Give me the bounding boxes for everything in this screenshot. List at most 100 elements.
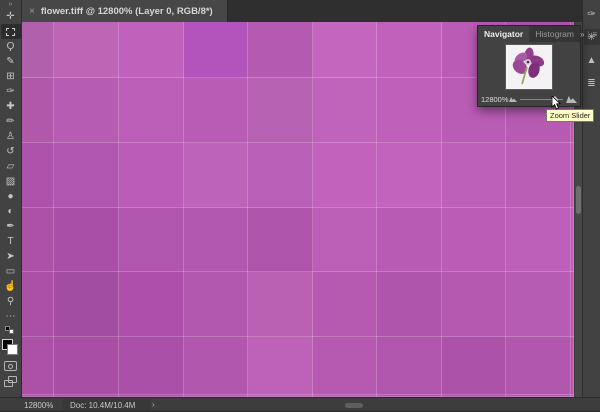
image-pixel bbox=[313, 143, 377, 208]
close-tab-icon[interactable]: × bbox=[29, 6, 35, 17]
zoom-tool[interactable]: ⚲ bbox=[1, 294, 21, 309]
status-zoom-value[interactable]: 12800% bbox=[24, 401, 53, 410]
panel-collapse-icon[interactable]: » bbox=[580, 30, 584, 39]
rectangular-marquee-tool[interactable] bbox=[1, 24, 21, 39]
rectangle-tool[interactable]: ▭ bbox=[1, 264, 21, 279]
blur-tool[interactable]: ● bbox=[1, 189, 21, 204]
horizontal-scrollbar-thumb[interactable] bbox=[345, 403, 363, 408]
image-pixel bbox=[119, 22, 184, 78]
divider: | bbox=[587, 30, 589, 39]
image-pixel bbox=[377, 337, 442, 395]
image-pixel bbox=[377, 22, 442, 78]
image-pixel bbox=[22, 337, 54, 395]
object-selection-tool[interactable]: ✎ bbox=[1, 54, 21, 69]
brushes-panel-icon[interactable]: ✑ bbox=[584, 6, 600, 22]
color-swatches[interactable] bbox=[2, 339, 19, 356]
lasso-tool[interactable]: Ϙ bbox=[1, 39, 21, 54]
image-pixel bbox=[506, 143, 571, 208]
navigator-tab-bar: Navigator Histogram » | ≡ bbox=[478, 26, 580, 42]
eyedropper-tool[interactable]: ✑ bbox=[1, 84, 21, 99]
document-tab[interactable]: × flower.tiff @ 12800% (Layer 0, RGB/8*) bbox=[22, 0, 228, 22]
image-pixel bbox=[119, 208, 184, 272]
spot-healing-brush-tool[interactable]: ✚ bbox=[1, 99, 21, 114]
image-pixel bbox=[22, 208, 54, 272]
flower-thumbnail[interactable] bbox=[506, 45, 552, 89]
zoom-out-icon[interactable] bbox=[509, 97, 517, 102]
image-pixel bbox=[22, 78, 54, 143]
status-menu-chevron[interactable]: › bbox=[152, 400, 155, 409]
image-pixel bbox=[506, 272, 571, 337]
document-tab-bar: × flower.tiff @ 12800% (Layer 0, RGB/8*) bbox=[22, 0, 600, 22]
image-pixel bbox=[54, 143, 119, 208]
hand-tool[interactable]: ☝ bbox=[1, 279, 21, 294]
image-pixel bbox=[22, 22, 54, 78]
image-pixel bbox=[119, 337, 184, 395]
dodge-tool[interactable]: ◐ bbox=[1, 204, 21, 219]
image-pixel bbox=[506, 208, 571, 272]
panel-menu-icon[interactable]: ≡ bbox=[592, 30, 597, 39]
path-selection-tool[interactable]: ➤ bbox=[1, 249, 21, 264]
image-pixel bbox=[442, 143, 506, 208]
image-pixel bbox=[377, 272, 442, 337]
image-pixel bbox=[313, 337, 377, 395]
navigator-panel: Navigator Histogram » | ≡ 12800% bbox=[477, 25, 581, 107]
background-color-swatch[interactable] bbox=[7, 344, 18, 355]
image-pixel bbox=[184, 337, 248, 395]
zoom-in-icon[interactable] bbox=[566, 96, 577, 103]
image-pixel bbox=[248, 143, 313, 208]
image-pixel bbox=[377, 143, 442, 208]
quick-mask-icon[interactable] bbox=[4, 361, 17, 371]
image-pixel bbox=[22, 143, 54, 208]
image-pixel bbox=[54, 78, 119, 143]
image-pixel bbox=[54, 208, 119, 272]
type-tool[interactable]: T bbox=[1, 234, 21, 249]
crop-tool[interactable]: ⊞ bbox=[1, 69, 21, 84]
document-size-box: Doc: 10.4M/10.4M bbox=[62, 399, 150, 411]
tab-histogram[interactable]: Histogram bbox=[529, 26, 580, 42]
image-pixel bbox=[313, 22, 377, 78]
image-pixel bbox=[248, 337, 313, 395]
image-pixel bbox=[377, 78, 442, 143]
image-pixel bbox=[54, 272, 119, 337]
tools-panel: » ✛ Ϙ✎⊞✑✚✏♙↺▱▨●◐✒T➤▭☝⚲ ⋯ bbox=[0, 0, 22, 397]
image-pixel bbox=[22, 272, 54, 337]
properties-panel-icon[interactable]: ≣ bbox=[584, 75, 600, 91]
vertical-scrollbar-thumb[interactable] bbox=[576, 186, 581, 214]
image-pixel bbox=[184, 78, 248, 143]
status-bar: 12800% Doc: 10.4M/10.4M › bbox=[0, 397, 600, 412]
collapsed-panels-strip: ✑✳▲≣ bbox=[582, 0, 600, 412]
image-pixel bbox=[184, 22, 248, 78]
image-pixel bbox=[184, 272, 248, 337]
brush-tool[interactable]: ✏ bbox=[1, 114, 21, 129]
image-pixel bbox=[54, 22, 119, 78]
gradient-tool[interactable]: ▨ bbox=[1, 174, 21, 189]
image-pixel bbox=[54, 337, 119, 395]
image-pixel bbox=[506, 337, 571, 395]
document-title: flower.tiff @ 12800% (Layer 0, RGB/8*) bbox=[41, 6, 213, 17]
history-brush-tool[interactable]: ↺ bbox=[1, 144, 21, 159]
mouse-cursor bbox=[551, 96, 562, 115]
image-pixel bbox=[119, 78, 184, 143]
image-pixel bbox=[377, 208, 442, 272]
image-pixel bbox=[119, 272, 184, 337]
tab-navigator[interactable]: Navigator bbox=[478, 26, 529, 42]
image-pixel bbox=[442, 272, 506, 337]
edit-toolbar-icon[interactable]: ⋯ bbox=[1, 309, 21, 324]
image-pixel bbox=[313, 78, 377, 143]
image-pixel bbox=[184, 208, 248, 272]
pen-tool[interactable]: ✒ bbox=[1, 219, 21, 234]
eraser-tool[interactable]: ▱ bbox=[1, 159, 21, 174]
zoom-value-field[interactable]: 12800% bbox=[481, 95, 509, 104]
image-pixel bbox=[184, 143, 248, 208]
image-pixel bbox=[313, 272, 377, 337]
default-colors-icon[interactable] bbox=[5, 326, 17, 336]
document-size-text: Doc: 10.4M/10.4M bbox=[70, 401, 135, 410]
image-pixel bbox=[313, 208, 377, 272]
image-pixel bbox=[248, 78, 313, 143]
clone-stamp-tool[interactable]: ♙ bbox=[1, 129, 21, 144]
histogram-panel-icon[interactable]: ▲ bbox=[584, 52, 600, 68]
move-tool[interactable]: ✛ bbox=[1, 9, 21, 24]
toolbar-collapse-icon[interactable]: » bbox=[9, 0, 13, 9]
navigator-zoom-controls: 12800% bbox=[478, 92, 580, 107]
screen-mode-icon[interactable] bbox=[4, 376, 17, 387]
